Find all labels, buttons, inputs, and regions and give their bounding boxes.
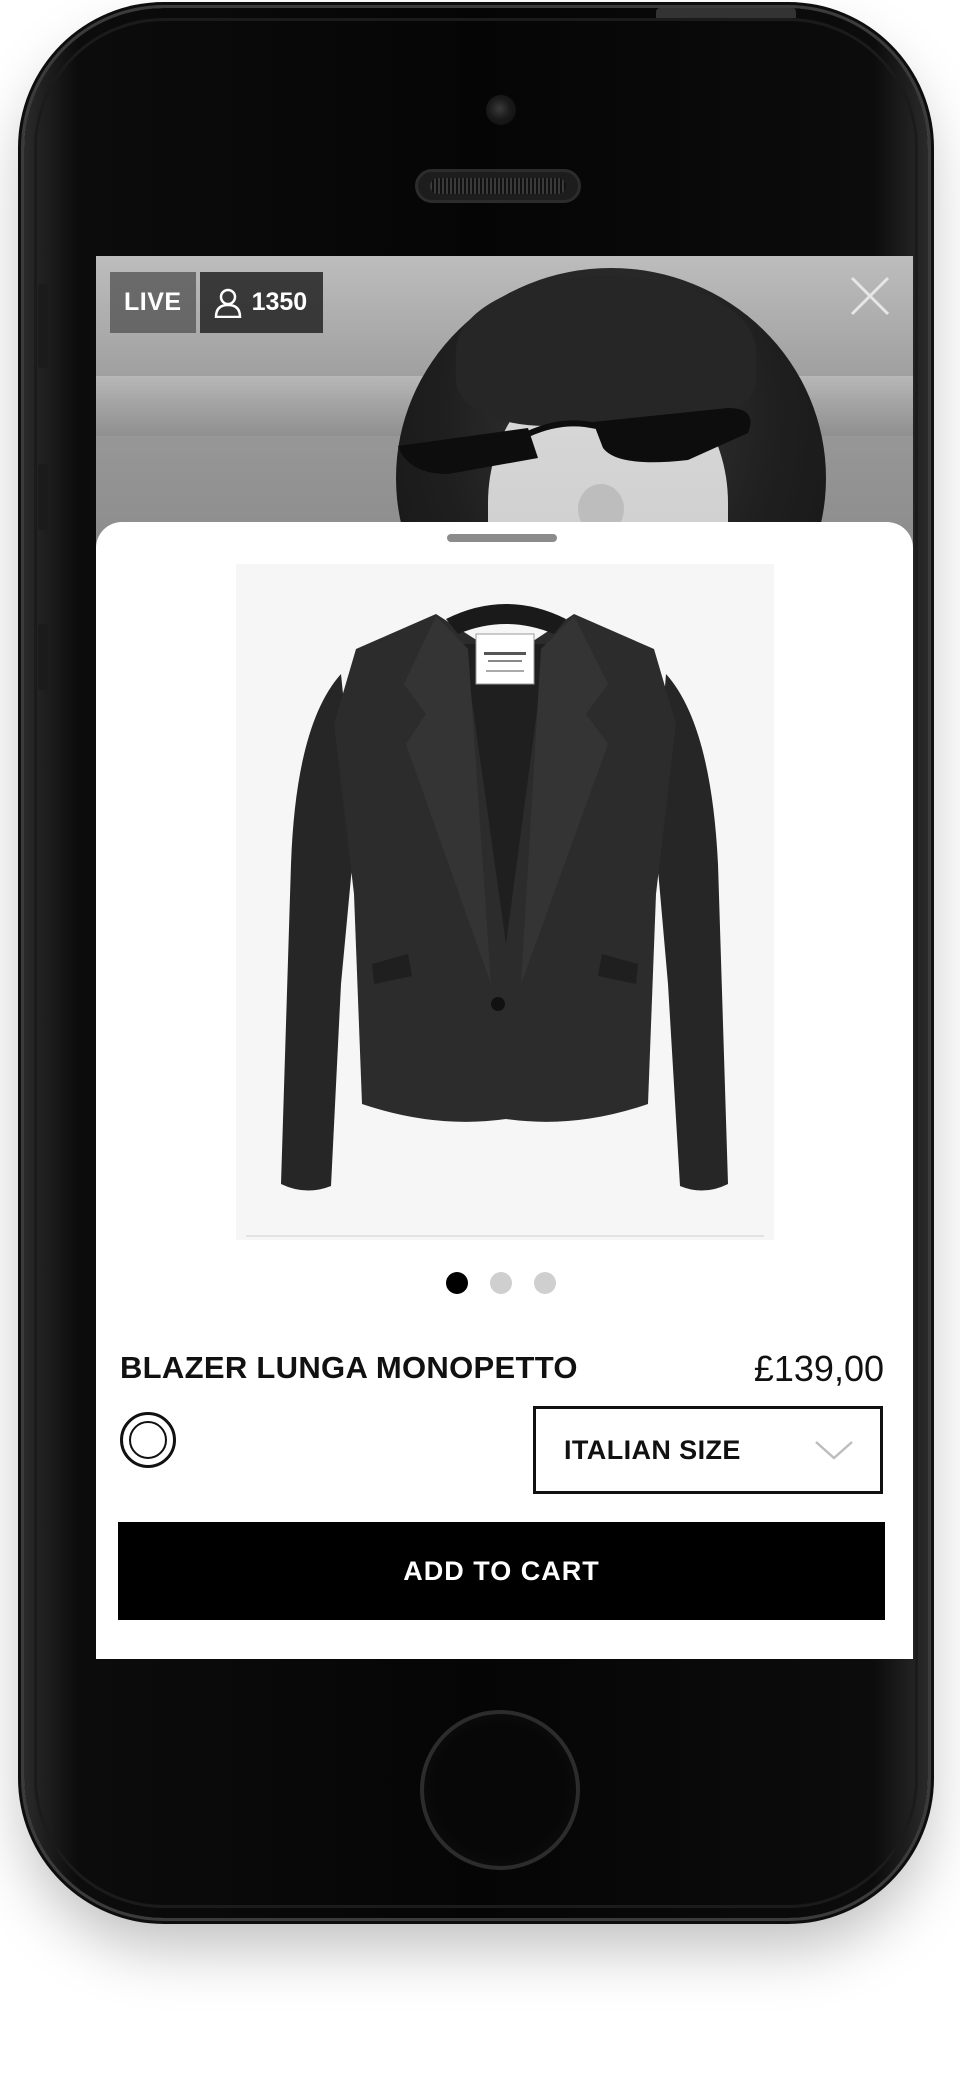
color-swatch[interactable] <box>120 1412 176 1468</box>
volume-down-button <box>38 624 48 690</box>
volume-up-button <box>38 464 48 530</box>
product-sheet: BLAZER LUNGA MONOPETTO £139,00 ITALIAN S… <box>96 522 913 1659</box>
size-select-label: ITALIAN SIZE <box>564 1434 741 1465</box>
product-name: BLAZER LUNGA MONOPETTO <box>120 1350 578 1385</box>
sunglasses-graphic <box>398 408 751 474</box>
product-image[interactable] <box>236 564 774 1240</box>
earpiece-speaker <box>415 169 581 203</box>
front-camera <box>486 95 516 125</box>
add-to-cart-button[interactable]: ADD TO CART <box>118 1522 885 1620</box>
live-label: LIVE <box>110 272 196 333</box>
chevron-down-icon <box>815 1441 853 1460</box>
image-carousel-dots <box>446 1272 556 1294</box>
screen: LIVE 1350 BLAZER LUNGA MONOPETTO £139,00… <box>96 256 913 1659</box>
close-icon <box>850 276 890 316</box>
viewer-count-badge: 1350 <box>199 272 324 333</box>
carousel-dot-2[interactable] <box>490 1272 512 1294</box>
carousel-dot-3[interactable] <box>534 1272 556 1294</box>
mute-switch <box>38 284 48 368</box>
video-person-bangs <box>456 276 756 426</box>
power-button <box>656 8 796 18</box>
product-price: £139,00 <box>753 1348 884 1389</box>
user-icon <box>214 288 241 318</box>
size-select[interactable]: ITALIAN SIZE <box>533 1406 883 1494</box>
home-button[interactable] <box>420 1710 580 1870</box>
phone-frame: LIVE 1350 BLAZER LUNGA MONOPETTO £139,00… <box>24 8 928 1918</box>
blazer-image <box>246 604 764 1237</box>
close-button[interactable] <box>848 274 892 318</box>
drag-handle[interactable] <box>447 534 557 542</box>
carousel-dot-1[interactable] <box>446 1272 468 1294</box>
live-badge: LIVE 1350 <box>110 272 324 333</box>
viewer-count: 1350 <box>251 288 308 316</box>
